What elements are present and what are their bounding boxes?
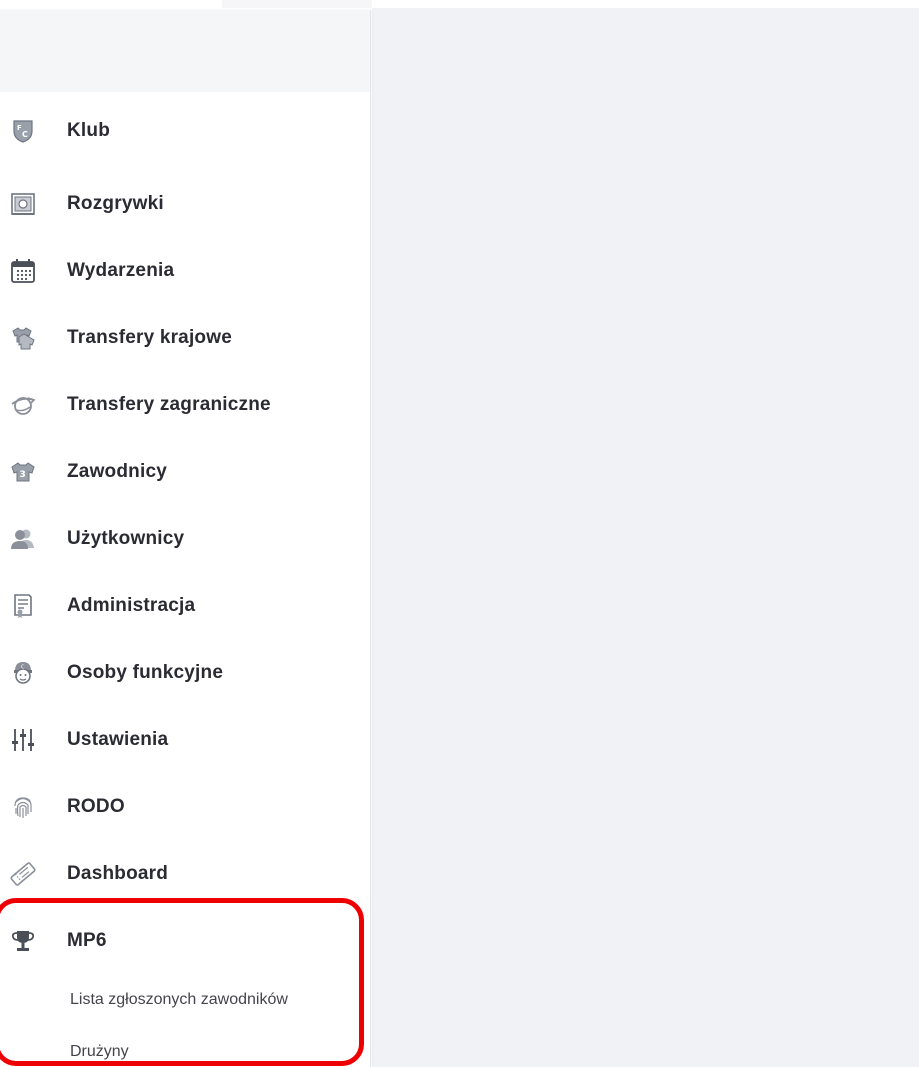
sidebar-item-transfery-krajowe[interactable]: Transfery krajowe xyxy=(0,304,370,371)
sidebar-item-label: RODO xyxy=(67,795,125,817)
sidebar-item-label: Zawodnicy xyxy=(67,460,167,482)
sidebar-item-ustawienia[interactable]: Ustawienia xyxy=(0,706,370,773)
sidebar-menu: F C Klub Rozgrywki Wydarzenia Transfery … xyxy=(0,92,370,974)
sidebar-item-wydarzenia[interactable]: Wydarzenia xyxy=(0,237,370,304)
document-certificate-icon xyxy=(8,591,38,621)
trophy-icon xyxy=(8,926,38,956)
sidebar-item-label: Osoby funkcyjne xyxy=(67,661,224,683)
submenu-item-lista-zawodnikow[interactable]: Lista zgłoszonych zawodników xyxy=(0,974,370,1026)
sidebar-item-mp6[interactable]: MP6 xyxy=(0,907,370,974)
sidebar-item-label: Rozgrywki xyxy=(67,192,164,214)
mp6-submenu: Lista zgłoszonych zawodników Drużyny xyxy=(0,974,370,1067)
sliders-icon xyxy=(8,725,38,755)
submenu-item-druzyny[interactable]: Drużyny xyxy=(0,1026,370,1067)
sidebar-item-rozgrywki[interactable]: Rozgrywki xyxy=(0,170,370,237)
sidebar-item-zawodnicy[interactable]: 3 Zawodnicy xyxy=(0,438,370,505)
sidebar-item-label: MP6 xyxy=(67,929,107,951)
fc-shield-icon: F C xyxy=(8,116,38,146)
referee-icon: C xyxy=(8,658,38,688)
competition-board-icon xyxy=(8,189,38,219)
sidebar-item-label: Użytkownicy xyxy=(67,527,185,549)
jersey-transfer-icon xyxy=(8,323,38,353)
sidebar-item-dashboard[interactable]: Dashboard xyxy=(0,840,370,907)
sidebar-item-label: Administracja xyxy=(67,594,196,616)
sidebar-item-label: Transfery krajowe xyxy=(67,326,232,348)
sidebar-item-klub[interactable]: F C Klub xyxy=(0,92,370,170)
calendar-icon xyxy=(8,256,38,286)
sidebar-item-transfery-zagraniczne[interactable]: Transfery zagraniczne xyxy=(0,371,370,438)
svg-text:C: C xyxy=(22,130,28,139)
globe-plane-icon xyxy=(8,390,38,420)
svg-text:C: C xyxy=(21,664,25,670)
sidebar-item-label: Transfery zagraniczne xyxy=(67,393,271,415)
top-strip xyxy=(222,0,372,8)
users-icon xyxy=(8,524,38,554)
fingerprint-icon xyxy=(8,792,38,822)
sidebar-item-label: Dashboard xyxy=(67,862,169,884)
sidebar-item-label: Klub xyxy=(67,120,111,141)
sidebar-item-label: Wydarzenia xyxy=(67,259,175,281)
sidebar-item-osoby-funkcyjne[interactable]: C Osoby funkcyjne xyxy=(0,639,370,706)
app-window: F C Klub Rozgrywki Wydarzenia Transfery … xyxy=(0,0,919,1067)
sidebar-item-rodo[interactable]: RODO xyxy=(0,773,370,840)
sidebar-item-uzytkownicy[interactable]: Użytkownicy xyxy=(0,505,370,572)
svg-text:3: 3 xyxy=(20,470,26,480)
sidebar: F C Klub Rozgrywki Wydarzenia Transfery … xyxy=(0,10,371,1067)
sidebar-header xyxy=(0,10,370,92)
jersey-number-icon: 3 xyxy=(8,457,38,487)
ticket-icon xyxy=(8,859,38,889)
sidebar-item-administracja[interactable]: Administracja xyxy=(0,572,370,639)
sidebar-item-label: Ustawienia xyxy=(67,728,169,750)
main-content-area xyxy=(372,8,919,1067)
